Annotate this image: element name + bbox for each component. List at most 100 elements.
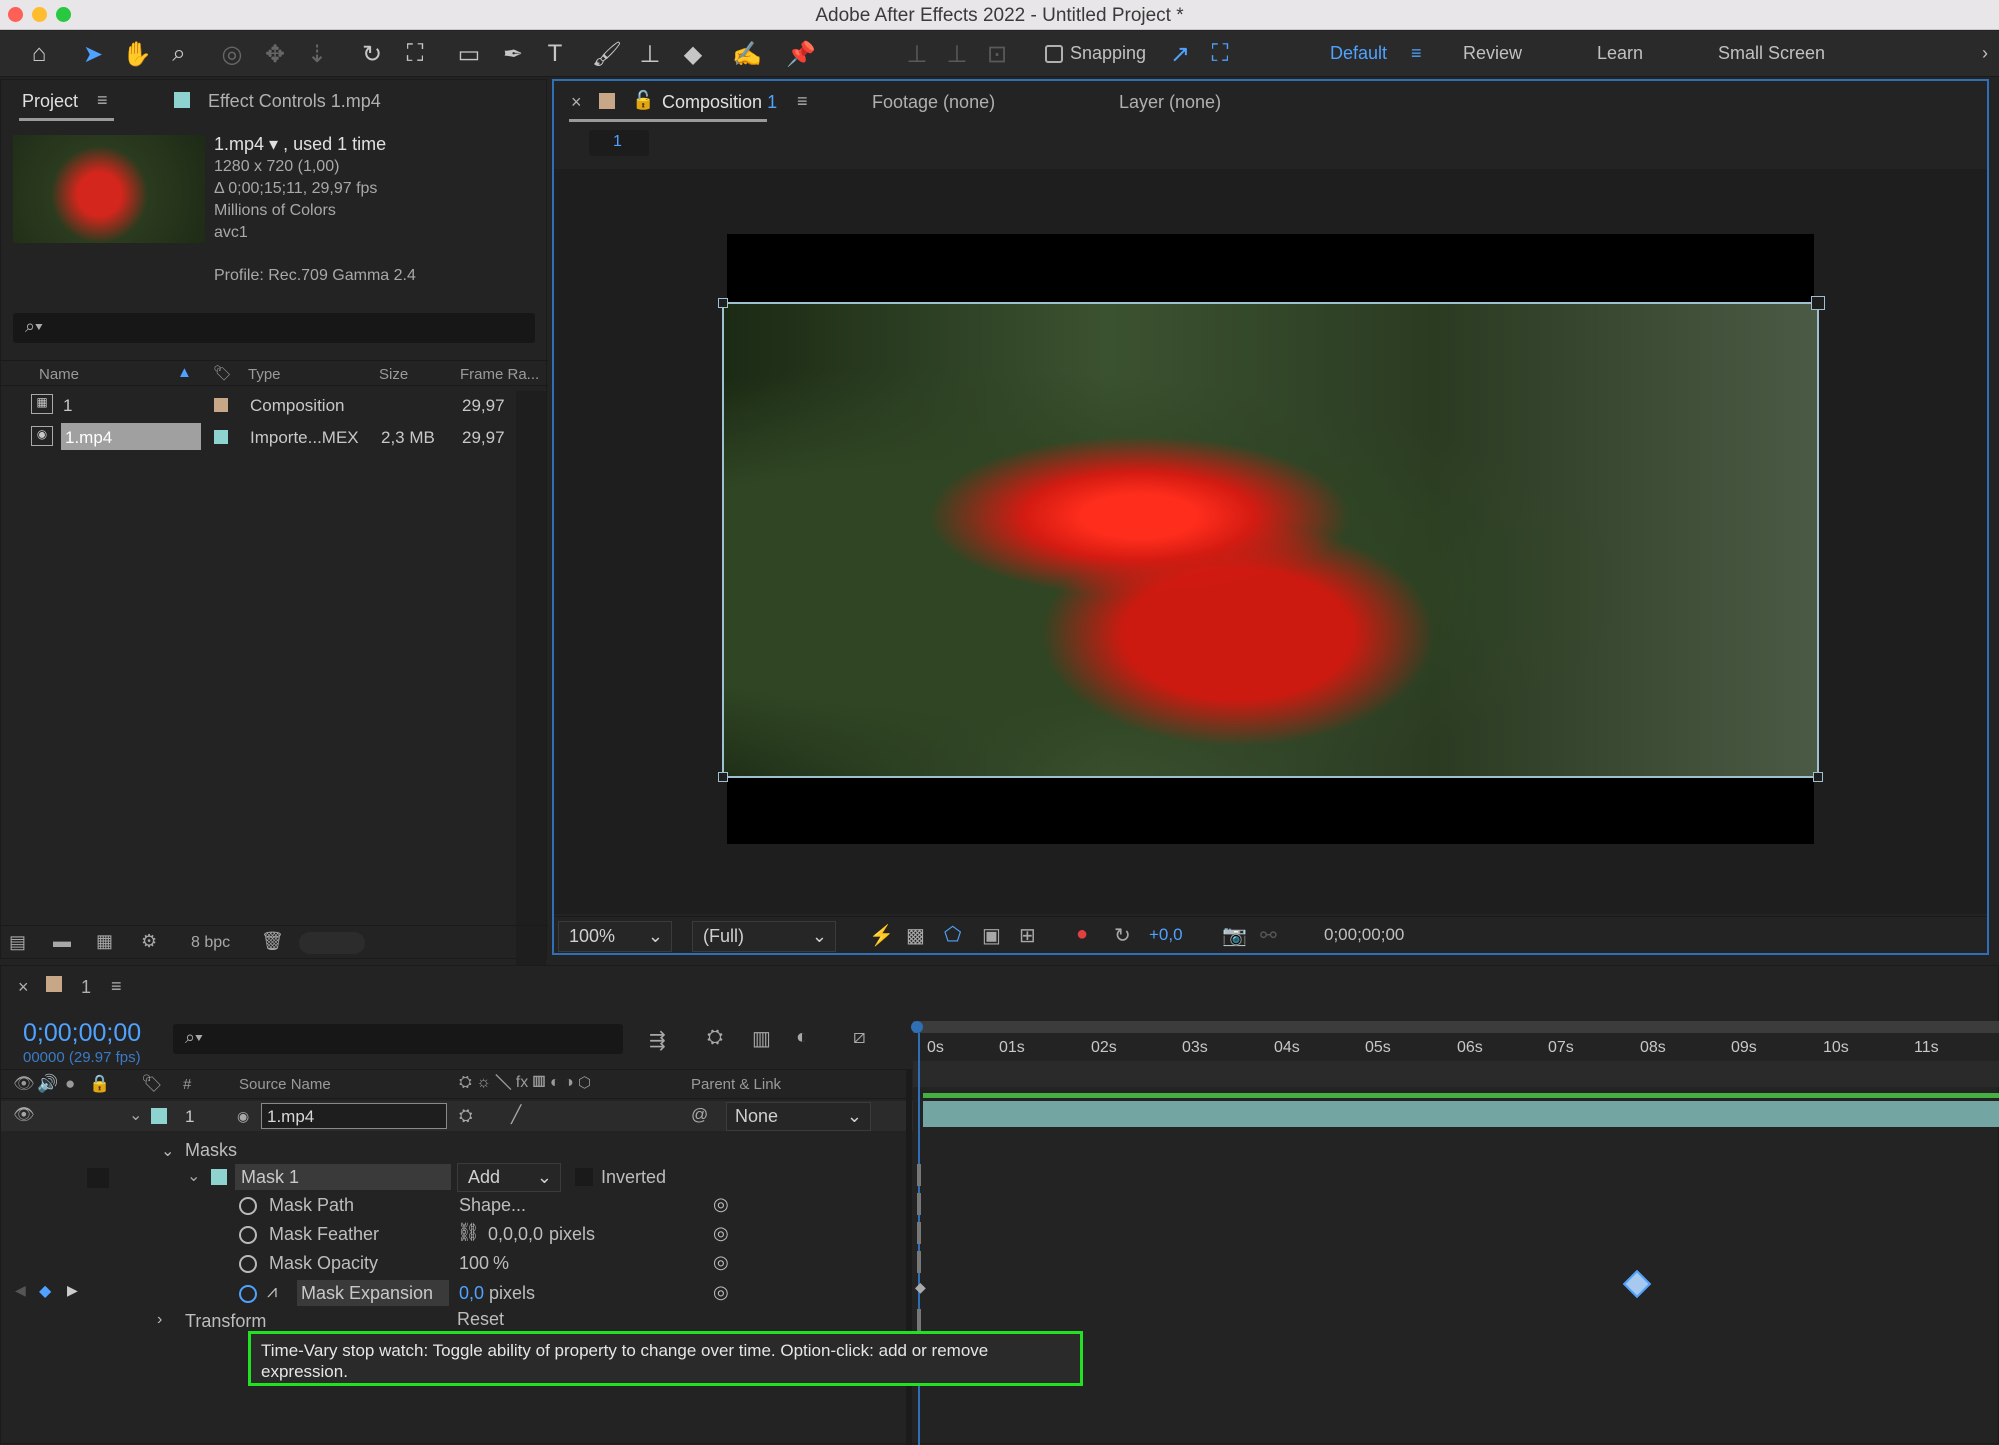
selection-tool-icon[interactable]: ➤ xyxy=(76,37,110,71)
tab-footage[interactable]: Footage (none) xyxy=(872,92,995,113)
label-tag-icon[interactable]: 🏷 xyxy=(141,1074,163,1094)
transparency-grid-icon[interactable]: ▩ xyxy=(906,923,925,948)
mask-color-label[interactable] xyxy=(211,1169,227,1185)
parent-dropdown[interactable]: None ⌄ xyxy=(726,1102,871,1131)
graph-editor-icon[interactable]: ⧄ xyxy=(853,1026,866,1049)
parent-pickwhip-icon[interactable]: @ xyxy=(691,1105,708,1125)
snapping-checkbox[interactable] xyxy=(1045,45,1063,63)
layer-handle[interactable] xyxy=(1811,296,1825,310)
pen-tool-icon[interactable]: ✒ xyxy=(496,37,530,71)
close-timeline-tab-icon[interactable]: × xyxy=(18,977,29,998)
grid-guides-icon[interactable]: ⊞ xyxy=(1019,923,1036,948)
snapshot-camera-icon[interactable]: 📷 xyxy=(1222,923,1247,948)
tab-composition[interactable]: Composition xyxy=(662,92,762,112)
mask-opacity-pickwhip-icon[interactable]: ◎ xyxy=(713,1252,729,1273)
channels-icon[interactable]: ● xyxy=(1076,923,1088,946)
viewer-timecode[interactable]: 0;00;00;00 xyxy=(1324,925,1404,945)
layer-name-field[interactable]: 1.mp4 xyxy=(261,1103,447,1129)
label-tag-icon[interactable]: 🏷 xyxy=(213,364,232,382)
tab-effect-controls[interactable]: Effect Controls 1.mp4 xyxy=(208,91,381,112)
frame-blending-icon[interactable]: ▥ xyxy=(752,1026,771,1051)
shy-switch-icon[interactable]: ⛭ xyxy=(459,1106,473,1126)
lock-icon[interactable]: 🔓 xyxy=(632,90,654,111)
video-visibility-icon[interactable]: 👁 xyxy=(13,1074,35,1094)
current-time-indicator-head[interactable] xyxy=(911,1021,923,1033)
show-snapshot-icon[interactable]: ⚯ xyxy=(1260,923,1277,948)
column-name[interactable]: Name xyxy=(39,366,79,383)
region-of-interest-icon[interactable]: ▣ xyxy=(982,923,1001,948)
interpret-footage-icon[interactable]: ▤ xyxy=(9,932,26,953)
mask-feather-stopwatch-icon[interactable] xyxy=(239,1226,257,1244)
layer-visibility-icon[interactable]: 👁 xyxy=(13,1105,35,1125)
mask-visibility-icon[interactable]: ⬠ xyxy=(944,922,961,947)
mask-opacity-stopwatch-icon[interactable] xyxy=(239,1255,257,1273)
mask-feather-pickwhip-icon[interactable]: ◎ xyxy=(713,1223,729,1244)
layer-handle[interactable] xyxy=(718,772,728,782)
draft-3d-icon[interactable]: ⛭ xyxy=(707,1026,723,1049)
column-size[interactable]: Size xyxy=(379,366,408,383)
snap-features-icon[interactable]: ⛶ xyxy=(1203,37,1237,71)
composition-breadcrumb[interactable]: 1 xyxy=(589,130,649,156)
composition-mini-flowchart-icon[interactable]: ⇶ xyxy=(649,1028,666,1053)
layer-handle[interactable] xyxy=(1813,772,1823,782)
composition-menu-icon[interactable]: ≡ xyxy=(797,91,808,112)
project-footer-slider[interactable] xyxy=(299,932,365,954)
zoom-tool-icon[interactable]: ⌕ xyxy=(162,37,196,71)
audio-icon[interactable]: 🔊 xyxy=(37,1074,58,1094)
mask-path-pickwhip-icon[interactable]: ◎ xyxy=(713,1194,729,1215)
workspace-small-screen[interactable]: Small Screen xyxy=(1718,43,1825,64)
column-source-name[interactable]: Source Name xyxy=(239,1076,331,1093)
reset-exposure-icon[interactable]: ↻ xyxy=(1114,923,1131,948)
clone-stamp-tool-icon[interactable]: ⊥ xyxy=(633,37,667,71)
project-item-row[interactable]: ◉ 1.mp4 Importe...MEX 2,3 MB 29,97 xyxy=(1,423,516,453)
rectangle-tool-icon[interactable]: ▭ xyxy=(452,37,486,71)
parrot-video-layer[interactable] xyxy=(718,296,1825,782)
viewer-canvas[interactable] xyxy=(554,169,1987,914)
project-settings-icon[interactable]: ⚙ xyxy=(141,931,157,952)
eraser-tool-icon[interactable]: ◆ xyxy=(676,37,710,71)
mask-path-stopwatch-icon[interactable] xyxy=(239,1197,257,1215)
project-scrollbar[interactable] xyxy=(516,391,546,1001)
hand-tool-icon[interactable]: ✋ xyxy=(120,37,154,71)
previous-keyframe-icon[interactable]: ◀ xyxy=(15,1282,26,1299)
next-keyframe-icon[interactable]: ▶ xyxy=(67,1282,78,1299)
mask-solo-box[interactable] xyxy=(87,1168,109,1188)
snap-edges-icon[interactable]: ↗ xyxy=(1163,37,1197,71)
brush-tool-icon[interactable]: 🖌 xyxy=(590,37,624,71)
mask-opacity-value[interactable]: 100 xyxy=(459,1253,489,1274)
zoom-dropdown[interactable]: 100% ⌄ xyxy=(558,921,672,952)
masks-expand-chevron-icon[interactable]: ⌄ xyxy=(161,1141,174,1161)
sort-ascending-icon[interactable]: ▲ xyxy=(177,364,192,381)
layer-duration-bar[interactable] xyxy=(923,1101,1999,1127)
mask-expansion-pickwhip-icon[interactable]: ◎ xyxy=(713,1282,729,1303)
dolly-camera-icon[interactable]: ⇣ xyxy=(300,37,334,71)
tab-layer[interactable]: Layer (none) xyxy=(1119,92,1221,113)
timeline-pane-divider[interactable] xyxy=(906,1069,912,1445)
mask-expansion-value[interactable]: 0,0 xyxy=(459,1283,484,1304)
current-timecode[interactable]: 0;00;00;00 xyxy=(23,1019,141,1048)
view-axis-icon[interactable]: ⊡ xyxy=(980,37,1014,71)
quality-switch-icon[interactable]: ╱ xyxy=(511,1105,521,1125)
bpc-button[interactable]: 8 bpc xyxy=(191,934,230,952)
anchor-point-tool-icon[interactable]: ⛶ xyxy=(398,37,432,71)
column-type[interactable]: Type xyxy=(248,366,281,383)
timeline-search-input[interactable]: ⌕▾ xyxy=(173,1024,623,1054)
keyframe-diamond[interactable] xyxy=(1622,1269,1652,1299)
mask-expand-chevron-icon[interactable]: ⌄ xyxy=(187,1166,200,1186)
lock-icon[interactable]: 🔒 xyxy=(89,1074,110,1094)
solo-icon[interactable]: ● xyxy=(65,1074,75,1094)
workspace-review[interactable]: Review xyxy=(1463,43,1522,64)
tab-project[interactable]: Project xyxy=(22,91,78,112)
layer-row[interactable]: 👁 ⌄ 1 ◉ 1.mp4 ⛭ ╱ @ None ⌄ xyxy=(1,1101,913,1131)
transform-expand-chevron-icon[interactable]: › xyxy=(157,1311,162,1329)
graph-icon[interactable]: ⩘ xyxy=(267,1281,277,1302)
mask-expansion-stopwatch-icon[interactable] xyxy=(239,1285,257,1303)
mask-expansion-row[interactable]: ◀ ◆ ▶ ⩘ Mask Expansion 0,0 pixels ◎ xyxy=(1,1278,913,1308)
layer-color-label[interactable] xyxy=(151,1108,167,1124)
rotation-tool-icon[interactable]: ↻ xyxy=(355,37,389,71)
project-menu-icon[interactable]: ≡ xyxy=(97,90,108,111)
new-composition-icon[interactable]: ▦ xyxy=(96,931,113,952)
home-icon[interactable]: ⌂ xyxy=(22,37,56,71)
workspace-menu-icon[interactable]: ≡ xyxy=(1411,43,1422,64)
puppet-pin-tool-icon[interactable]: 📌 xyxy=(784,37,818,71)
